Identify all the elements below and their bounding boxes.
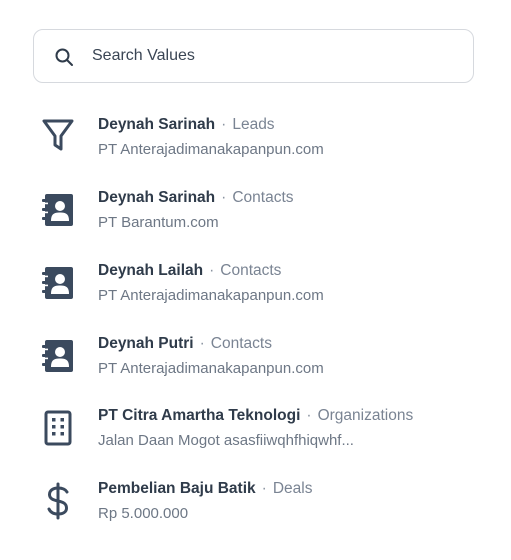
result-category: Contacts — [220, 262, 282, 279]
contact-book-icon — [38, 190, 78, 230]
search-icon — [55, 48, 73, 66]
result-title: PT Citra Amartha Teknologi — [98, 407, 301, 424]
result-item-lead[interactable]: Deynah Sarinah · Leads PT Anterajadimanaka… — [30, 115, 480, 177]
result-item-contact[interactable]: Deynah Sarinah · Contacts PT Barantum.com — [30, 188, 480, 250]
result-subtitle: PT Barantum.com — [98, 214, 219, 231]
result-text: Deynah Sarinah · Leads PT Anterajadimanaka… — [98, 115, 478, 160]
result-title: Pembelian Baju Batik — [98, 480, 256, 497]
result-separator: · — [306, 407, 312, 424]
result-title: Deynah Putri — [98, 335, 194, 352]
result-text: Pembelian Baju Batik · Deals Rp 5.000.000 — [98, 479, 478, 524]
funnel-icon — [38, 115, 78, 155]
result-separator: · — [221, 116, 227, 133]
result-category: Leads — [232, 116, 275, 133]
result-category: Organizations — [317, 407, 414, 424]
result-separator: · — [209, 262, 215, 279]
result-text: Deynah Sarinah · Contacts PT Barantum.com — [98, 188, 478, 233]
building-icon — [38, 408, 78, 448]
result-subtitle: Jalan Daan Mogot asasfiiwqhfhiqwhf... — [98, 432, 354, 449]
result-text: Deynah Putri · Contacts PT Anterajadimanak… — [98, 334, 478, 379]
result-separator: · — [199, 335, 205, 352]
result-title: Deynah Sarinah — [98, 189, 216, 206]
result-text: Deynah Lailah · Contacts PT Anterajadimana… — [98, 261, 478, 306]
result-title: Deynah Lailah — [98, 262, 204, 279]
result-category: Contacts — [210, 335, 272, 352]
result-item-contact[interactable]: Deynah Putri · Contacts PT Anterajadimanak… — [30, 334, 480, 396]
search-input[interactable] — [92, 30, 462, 82]
result-item-deal[interactable]: Pembelian Baju Batik · Deals Rp 5.000.000 — [30, 479, 480, 541]
result-separator: · — [261, 480, 267, 497]
result-item-organization[interactable]: PT Citra Amartha Teknologi · Organizations… — [30, 406, 480, 468]
result-subtitle: PT Anterajadimanakapanpun.com — [98, 141, 324, 158]
result-category: Contacts — [232, 189, 294, 206]
result-subtitle: PT Anterajadimanakapanpun.com — [98, 360, 324, 377]
result-text: PT Citra Amartha Teknologi · Organizations… — [98, 406, 478, 451]
result-subtitle: Rp 5.000.000 — [98, 505, 189, 522]
dollar-icon — [38, 481, 78, 521]
contact-book-icon — [38, 263, 78, 303]
result-separator: · — [221, 189, 227, 206]
result-title: Deynah Sarinah — [98, 116, 216, 133]
result-category: Deals — [272, 480, 313, 497]
search-box[interactable] — [33, 29, 474, 83]
contact-book-icon — [38, 336, 78, 376]
result-item-contact[interactable]: Deynah Lailah · Contacts PT Anterajadimana… — [30, 261, 480, 323]
result-subtitle: PT Anterajadimanakapanpun.com — [98, 287, 324, 304]
